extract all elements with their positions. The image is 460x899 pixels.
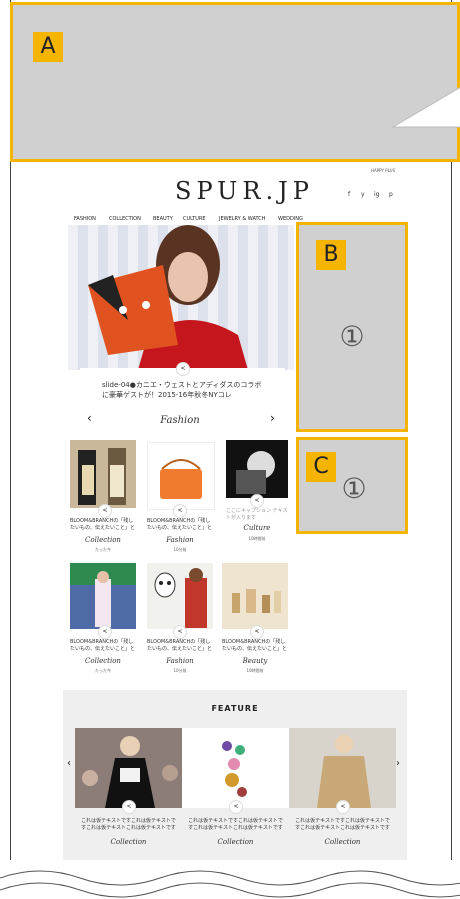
feature-next-arrow[interactable]: › xyxy=(396,758,400,769)
feature-category-1[interactable]: Collection xyxy=(81,838,176,846)
hero-caption[interactable]: slide-04●カニエ・ウェストとアディダスのコラボに豪華ゲストが！2015-… xyxy=(102,380,267,400)
grid-image-2[interactable] xyxy=(147,442,215,510)
feature-prev-arrow[interactable]: ‹ xyxy=(67,758,71,769)
grid-category-3[interactable]: Culture xyxy=(226,524,288,532)
grid-time-1: たった今 xyxy=(95,547,111,552)
twitter-icon[interactable]: y xyxy=(361,191,365,198)
grid-image-6[interactable] xyxy=(222,563,288,629)
nav-fashion[interactable]: FASHION xyxy=(74,216,96,222)
annotation-b-number: ① xyxy=(339,320,365,353)
grid-image-3[interactable] xyxy=(226,440,288,498)
nav-jewelry-watch[interactable]: JEWELRY & WATCH xyxy=(219,216,266,222)
speech-tail xyxy=(391,87,460,128)
share-icon[interactable]: < xyxy=(98,504,112,518)
grid-category-4[interactable]: Collection xyxy=(70,657,136,665)
grid-caption-2[interactable]: BLOOM&BRANCHの「残したいもの、伝えたいこと」と xyxy=(147,518,213,532)
happy-plus-link[interactable]: HAPPY PLUS xyxy=(371,168,395,173)
grid-image-5[interactable] xyxy=(147,563,213,629)
share-icon[interactable]: < xyxy=(229,800,243,814)
torn-edge-wave xyxy=(0,860,460,899)
grid-time-3: 10時間前 xyxy=(248,536,266,541)
hero-caption-box: < slide-04●カニエ・ウェストとアディダスのコラボに豪華ゲストが！201… xyxy=(80,362,285,410)
grid-caption-5[interactable]: BLOOM&BRANCHの「残したいもの、伝えたいこと」と xyxy=(147,639,213,653)
grid-caption-4[interactable]: BLOOM&BRANCHの「残したいもの、伝えたいこと」と xyxy=(70,639,136,653)
feature-category-2[interactable]: Collection xyxy=(188,838,283,846)
grid-caption-6[interactable]: BLOOM&BRANCHの「残したいもの、伝えたいこと」と xyxy=(222,639,288,653)
share-icon[interactable]: < xyxy=(336,800,350,814)
feature-section: FEATURE ‹ › < < < これは仮テキストですこれは仮テキストですこれ… xyxy=(63,690,407,866)
grid-category-1[interactable]: Collection xyxy=(70,536,136,544)
annotation-b-label: B xyxy=(316,240,346,270)
grid-image-1[interactable] xyxy=(70,440,136,508)
grid-caption-3[interactable]: ここにキャプション テキストが入ります xyxy=(226,508,288,522)
hero-image[interactable] xyxy=(68,225,294,370)
share-icon[interactable]: < xyxy=(250,625,264,639)
grid-image-4[interactable] xyxy=(70,563,136,629)
feature-caption-1[interactable]: これは仮テキストですこれは仮テキストですこれは仮テキストこれは仮テキストです xyxy=(81,818,176,832)
grid-category-6[interactable]: Beauty xyxy=(222,657,288,665)
hero-next-arrow[interactable]: › xyxy=(270,411,275,425)
share-icon[interactable]: < xyxy=(173,625,187,639)
feature-image-2[interactable] xyxy=(182,728,289,808)
share-icon[interactable]: < xyxy=(98,625,112,639)
hero-prev-arrow[interactable]: ‹ xyxy=(87,411,92,425)
pinterest-icon[interactable]: p xyxy=(389,191,393,198)
grid-time-2: 10分前 xyxy=(173,547,187,552)
annotation-a-label: A xyxy=(33,32,63,62)
annotation-a-box xyxy=(10,2,460,162)
share-icon[interactable]: < xyxy=(122,800,136,814)
nav-culture[interactable]: CULTURE xyxy=(183,216,206,222)
hero-photo-art xyxy=(88,225,248,370)
grid-category-5[interactable]: Fashion xyxy=(147,657,213,665)
grid-caption-1[interactable]: BLOOM&BRANCHの「残したいもの、伝えたいこと」と xyxy=(70,518,136,532)
feature-category-3[interactable]: Collection xyxy=(295,838,390,846)
grid-time-6: 10時間前 xyxy=(246,668,264,673)
nav-collection[interactable]: COLLECTION xyxy=(109,216,141,222)
share-icon[interactable]: < xyxy=(176,362,190,376)
nav-beauty[interactable]: BEAUTY xyxy=(153,216,173,222)
feature-image-1[interactable] xyxy=(75,728,182,808)
feature-image-3[interactable] xyxy=(289,728,396,808)
share-icon[interactable]: < xyxy=(173,504,187,518)
hero-category[interactable]: Fashion xyxy=(150,415,210,426)
facebook-icon[interactable]: f xyxy=(348,191,350,198)
instagram-icon[interactable]: ig xyxy=(374,191,379,198)
annotation-c-number: ① xyxy=(341,472,367,505)
grid-time-4: たった今 xyxy=(95,668,111,673)
feature-caption-2[interactable]: これは仮テキストですこれは仮テキストですこれは仮テキストこれは仮テキストです xyxy=(188,818,283,832)
grid-category-2[interactable]: Fashion xyxy=(147,536,213,544)
grid-time-5: 10分前 xyxy=(173,668,187,673)
feature-title: FEATURE xyxy=(211,704,259,713)
feature-caption-3[interactable]: これは仮テキストですこれは仮テキストですこれは仮テキストこれは仮テキストです xyxy=(295,818,390,832)
site-logo[interactable]: SPUR.JP xyxy=(175,177,314,205)
share-icon[interactable]: < xyxy=(250,494,264,508)
